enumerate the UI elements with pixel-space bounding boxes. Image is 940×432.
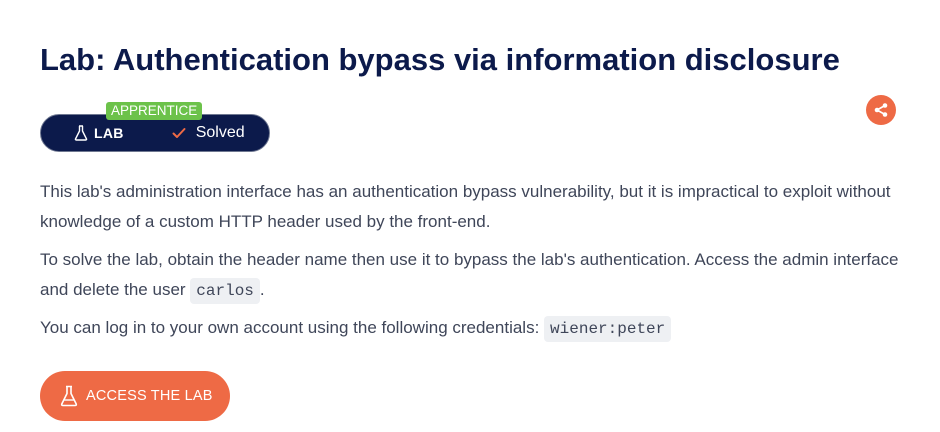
share-button[interactable] (866, 95, 896, 125)
lab-type-label: LAB (94, 125, 124, 141)
flask-icon (60, 385, 78, 407)
description-paragraph-2: To solve the lab, obtain the header name… (40, 245, 900, 306)
level-tag: APPRENTICE (106, 102, 203, 120)
paragraph-3-text: You can log in to your own account using… (40, 318, 545, 337)
lab-page: Lab: Authentication bypass via informati… (0, 0, 940, 432)
flask-icon (74, 125, 88, 141)
paragraph-2-end: . (259, 280, 265, 299)
lab-type: LAB (74, 125, 124, 141)
credentials-code: wiener:peter (544, 316, 672, 342)
solved-label: Solved (195, 124, 245, 141)
share-icon (874, 103, 888, 117)
access-lab-button[interactable]: ACCESS THE LAB (40, 371, 230, 421)
description-paragraph-1: This lab's administration interface has … (40, 182, 891, 231)
paragraph-2-text: To solve the lab, obtain the header name… (40, 250, 899, 299)
page-title: Lab: Authentication bypass via informati… (40, 42, 840, 77)
solved-status: Solved (172, 124, 245, 142)
access-lab-label: ACCESS THE LAB (86, 388, 213, 404)
description-paragraph-3: You can log in to your own account using… (40, 313, 900, 344)
username-code: carlos (190, 278, 260, 304)
lab-status-badge: APPRENTICE LAB Solved (40, 102, 272, 154)
checkmark-icon (172, 128, 186, 138)
